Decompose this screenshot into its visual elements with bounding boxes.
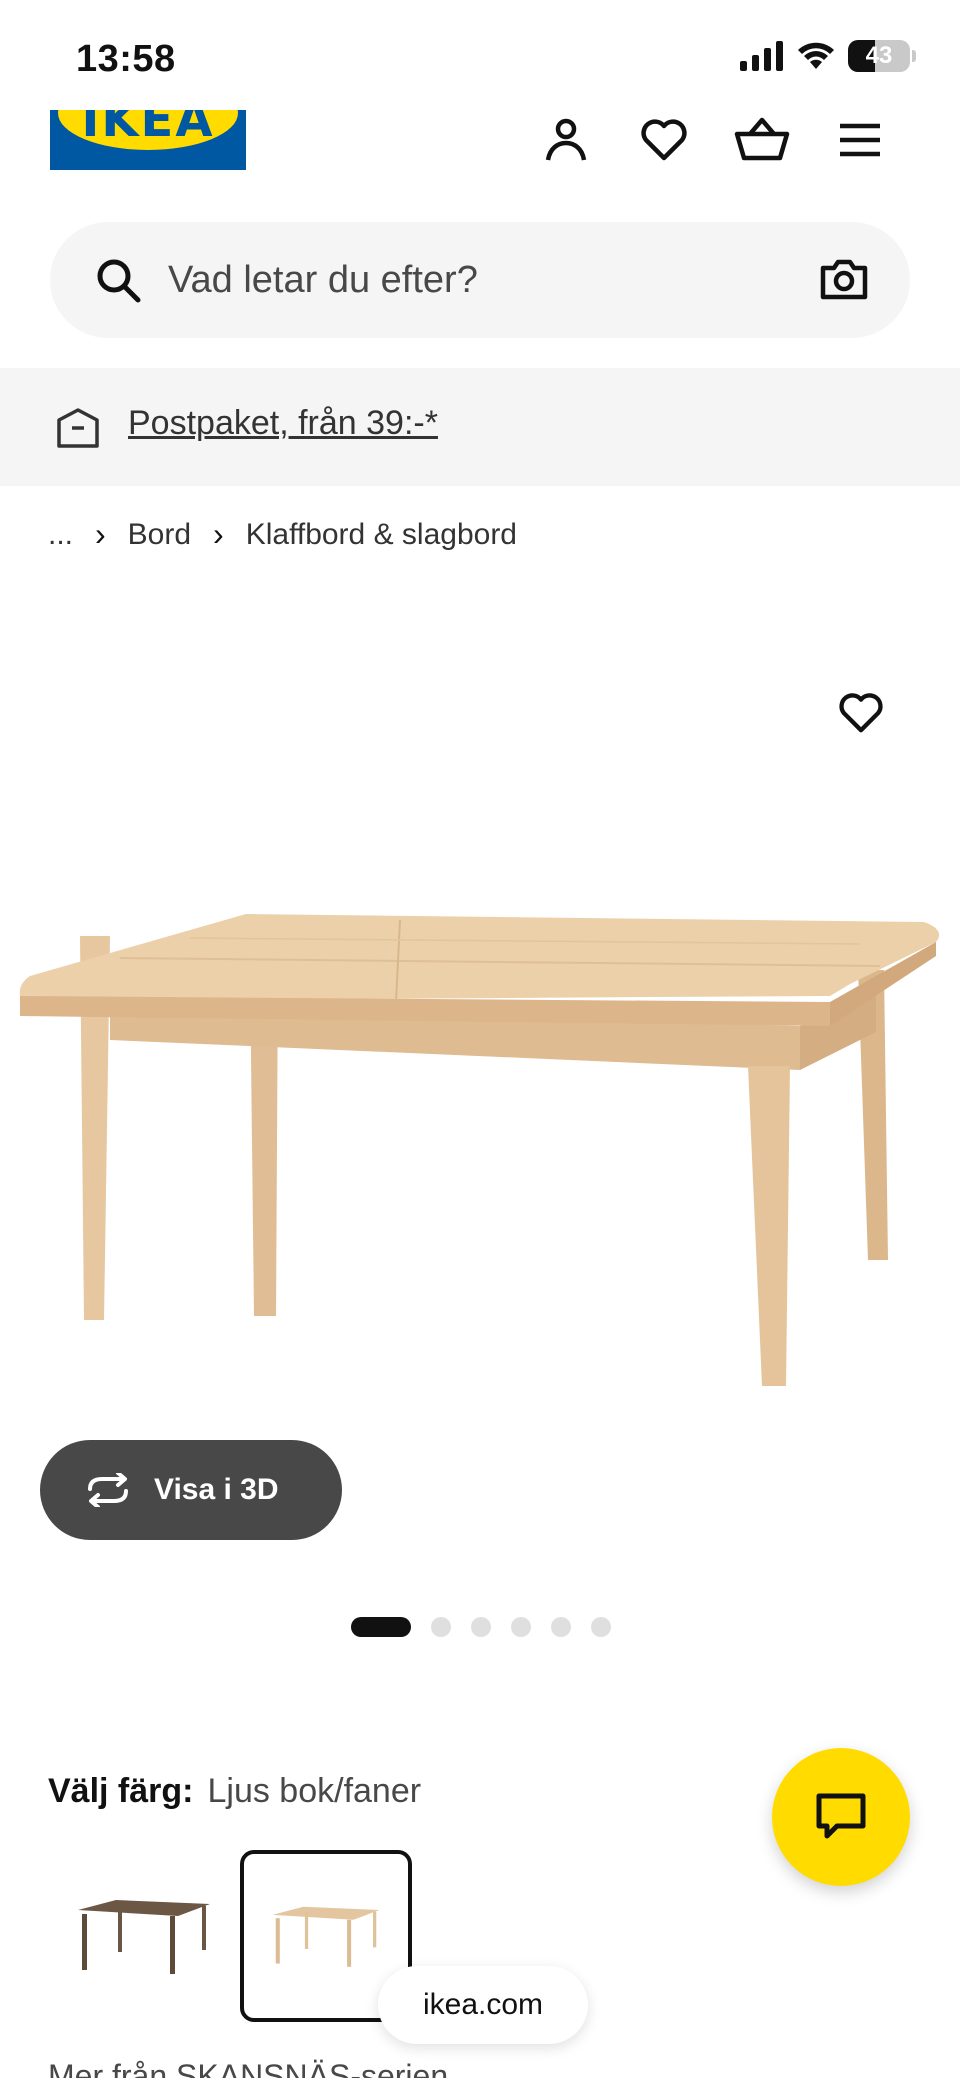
swatch-dark-table-image xyxy=(78,1900,210,1974)
cart-icon[interactable] xyxy=(732,110,792,170)
chat-icon xyxy=(816,1793,866,1839)
breadcrumb: ... › Bord › Klaffbord & slagbord xyxy=(48,516,517,553)
battery-percent: 43 xyxy=(865,42,893,69)
image-carousel-dots xyxy=(351,1617,611,1637)
product-image-table xyxy=(19,914,940,1386)
breadcrumb-ellipsis[interactable]: ... xyxy=(48,518,73,552)
delivery-banner: Postpaket, från 39:-* xyxy=(0,368,960,486)
status-time: 13:58 xyxy=(76,38,176,80)
chevron-right-icon: › xyxy=(95,516,106,552)
carousel-dot[interactable] xyxy=(551,1617,571,1637)
add-to-wishlist-heart-icon[interactable] xyxy=(838,692,884,734)
swatch-light-table-image xyxy=(272,1906,380,1967)
view-in-3d-label: Visa i 3D xyxy=(154,1473,279,1506)
color-label: Välj färg: xyxy=(48,1772,194,1810)
browser-url-pill[interactable]: ikea.com xyxy=(378,1966,588,2044)
status-bar: 13:58 43 xyxy=(0,0,960,110)
series-link[interactable]: Mer från SKANSNÄS-serien xyxy=(48,2058,448,2078)
heart-icon[interactable] xyxy=(634,110,694,170)
cellular-signal-icon xyxy=(740,41,783,71)
menu-icon[interactable] xyxy=(830,110,890,170)
color-chooser: Välj färg: Ljus bok/faner xyxy=(48,1772,421,1811)
delivery-box-icon xyxy=(57,408,99,448)
selected-color-value: Ljus bok/faner xyxy=(207,1772,422,1810)
battery-tip xyxy=(912,50,916,62)
battery-icon: 43 xyxy=(848,40,910,72)
wifi-icon xyxy=(798,42,834,69)
ikea-logo[interactable]: IKEA xyxy=(50,110,246,170)
rotate-3d-icon xyxy=(88,1473,128,1507)
breadcrumb-item-klaffbord[interactable]: Klaffbord & slagbord xyxy=(246,518,517,552)
carousel-dot[interactable] xyxy=(511,1617,531,1637)
chat-button[interactable] xyxy=(772,1748,910,1886)
carousel-dot-active[interactable] xyxy=(351,1617,411,1637)
delivery-link[interactable]: Postpaket, från 39:-* xyxy=(128,404,438,443)
profile-icon[interactable] xyxy=(536,110,596,170)
view-in-3d-button[interactable]: Visa i 3D xyxy=(40,1440,342,1540)
search-bar xyxy=(50,222,910,338)
logo-text: IKEA xyxy=(81,110,215,148)
carousel-dot[interactable] xyxy=(431,1617,451,1637)
color-swatch-dark[interactable] xyxy=(58,1850,230,2022)
breadcrumb-item-bord[interactable]: Bord xyxy=(128,518,191,552)
search-input[interactable] xyxy=(168,222,808,338)
carousel-dot[interactable] xyxy=(471,1617,491,1637)
status-icons: 43 xyxy=(740,40,916,72)
search-icon[interactable] xyxy=(94,256,142,304)
url-text: ikea.com xyxy=(422,1988,544,2021)
carousel-dot[interactable] xyxy=(591,1617,611,1637)
chevron-right-icon: › xyxy=(213,516,224,552)
product-image-gallery[interactable] xyxy=(0,640,960,1460)
site-header: IKEA xyxy=(0,110,960,200)
camera-icon[interactable] xyxy=(820,258,868,300)
